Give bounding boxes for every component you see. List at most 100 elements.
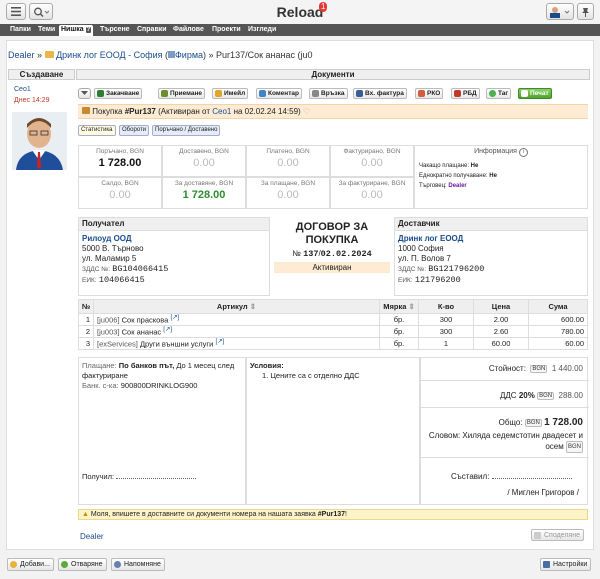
table-row[interactable]: 1 [ju006] Сок праскова [↗] бр. 300 2.00 600.0… <box>78 313 588 326</box>
contract-date: 02.02.2024 <box>320 249 372 259</box>
breadcrumb-root[interactable]: Dealer <box>8 50 35 60</box>
incoming-invoice-button[interactable]: Вх. фактура <box>353 88 407 99</box>
bank-icon <box>454 90 461 97</box>
nav-topics[interactable]: Теми <box>36 25 57 35</box>
row-number: 3 <box>78 337 94 350</box>
footer-dealer-link[interactable]: Dealer <box>80 532 104 541</box>
table-row[interactable]: 2 [ju003] Сок ананас [↗] бр. 300 2.60 780.00 <box>78 325 588 338</box>
tab-ordered-delivered[interactable]: Поръчано / Доставено <box>152 125 221 136</box>
open-button[interactable]: Отваряне <box>58 558 107 571</box>
accept-button[interactable]: Приемане <box>158 88 206 99</box>
remind-button[interactable]: Напомняне <box>111 558 165 571</box>
row-code[interactable]: [ju006] <box>97 316 120 325</box>
external-link-icon[interactable]: [↗] <box>170 314 179 321</box>
supplier-header: Доставчик <box>395 218 587 231</box>
merchant-label: Търговец: <box>419 183 447 189</box>
row-code[interactable]: [exServices] <box>97 340 138 349</box>
warning-id: #Pur137 <box>317 511 346 518</box>
col-article[interactable]: Артикул ⇕ <box>93 299 380 314</box>
nav-files[interactable]: Файлове <box>171 25 206 35</box>
metric-label: За доставяне, BGN <box>174 180 234 187</box>
metric-cell: За фактуриране, BGN 0.00 <box>330 177 414 209</box>
words-amount: Хиляда седемстотин двадесет и осем <box>462 431 583 452</box>
supplier-street: ул. П. Волов 7 <box>398 254 451 263</box>
profile-button[interactable] <box>546 3 574 20</box>
merchant-value[interactable]: Dealer <box>448 183 466 189</box>
created-signature-line <box>491 478 572 479</box>
col-qty: К-во <box>418 299 474 314</box>
row-sum: 60.00 <box>528 337 588 350</box>
folder-icon <box>44 51 54 58</box>
row-qty: 300 <box>418 313 474 326</box>
nav-thread[interactable]: Нишка ? <box>59 25 94 36</box>
comment-button[interactable]: Коментар <box>256 88 302 99</box>
attach-label: Закачване <box>106 90 140 97</box>
row-name: Други външни услуги <box>139 339 214 349</box>
nav-reports[interactable]: Справки <box>135 25 169 35</box>
recipient-header: Получател <box>79 218 269 231</box>
link-button[interactable]: Връзка <box>309 88 348 99</box>
nav-folders[interactable]: Папки <box>8 25 33 35</box>
currency-badge: BGN <box>565 441 583 453</box>
metric-value: 0.00 <box>361 189 383 201</box>
sort-icon: ⇕ <box>408 302 415 311</box>
row-unit: бр. <box>379 337 419 350</box>
print-button[interactable]: Печат <box>518 88 552 99</box>
share-icon <box>534 532 541 539</box>
recipient-name[interactable]: Рилоуд ООД <box>82 234 266 244</box>
payment-box: Плащане: По банков път, До 1 месец след … <box>78 357 246 505</box>
add-button[interactable]: Добави... <box>7 558 54 571</box>
banner-user[interactable]: Ceo1 <box>212 107 231 116</box>
breadcrumb-company[interactable]: Дринк лог ЕООД - София <box>56 50 162 60</box>
table-row[interactable]: 3 [exServices] Други външни услуги [↗] бр.… <box>78 337 588 350</box>
external-link-icon[interactable]: [↗] <box>215 338 224 345</box>
breadcrumb-firm[interactable]: Фирма <box>175 50 203 60</box>
attach-button[interactable]: Закачване <box>94 88 143 99</box>
supplier-name[interactable]: Дринк лог ЕООД <box>398 234 584 244</box>
banner-text-c: на 02.02.24 14:59) <box>231 107 301 116</box>
external-link-icon[interactable]: [↗] <box>163 326 172 333</box>
tag-button[interactable]: Таг <box>486 88 512 99</box>
recipient-eik-label: ЕИК: <box>82 277 97 284</box>
breadcrumb: Dealer » Дринк лог ЕООД - София (Фирма) … <box>8 50 313 60</box>
col-unit[interactable]: Мярка ⇕ <box>379 299 419 314</box>
firm-icon <box>167 51 175 58</box>
received-signature-line <box>116 478 197 479</box>
row-price: 2.00 <box>473 313 529 326</box>
recipient-city: 5000 В. Търново <box>82 244 144 253</box>
supplier-vat: BG121796200 <box>428 264 485 274</box>
nav-thread-label: Нишка <box>61 26 84 33</box>
metric-label: Доставено, BGN <box>179 148 229 155</box>
toolbar-more-button[interactable] <box>78 88 91 99</box>
banner-text-b: (Активиран от <box>155 107 213 116</box>
creator-link[interactable]: Ceo1 <box>14 86 31 93</box>
rko-button[interactable]: РКО <box>415 88 444 99</box>
nav-views[interactable]: Изгледи <box>246 25 278 35</box>
conditions-box: Условия: 1. Цените са с отделно ДДС <box>246 357 420 505</box>
totals-box: Стойност: BGN 1 440.00 ДДС 20% BGN 288.0… <box>420 357 589 505</box>
row-qty: 300 <box>418 325 474 338</box>
settings-button[interactable]: Настройки <box>540 558 592 571</box>
metric-value: 1 728.00 <box>182 189 226 201</box>
nav-projects[interactable]: Проекти <box>210 25 243 35</box>
email-button[interactable]: Имейл <box>212 88 249 99</box>
value-label: Стойност: <box>488 364 526 373</box>
recipient-panel: Получател Рилоуд ООД 5000 В. Търново ул.… <box>78 217 270 296</box>
currency-badge: BGN <box>537 391 555 400</box>
heart-icon[interactable]: ♡ <box>303 107 310 116</box>
email-icon <box>215 90 222 97</box>
share-button[interactable]: Споделяне <box>531 529 584 541</box>
rbd-button[interactable]: РБД <box>451 88 480 99</box>
pending-payment-label: Чакащо плащане: <box>419 163 469 169</box>
row-article: [exServices] Други външни услуги [↗] <box>93 337 380 350</box>
banner-text: Покупка <box>92 107 125 116</box>
created-label: Съставил: <box>451 472 490 481</box>
info-icon: i <box>518 148 528 157</box>
nav-search[interactable]: Търсене <box>98 25 132 35</box>
tab-statistics[interactable]: Статистика <box>78 125 116 136</box>
row-sum: 600.00 <box>528 313 588 326</box>
row-code[interactable]: [ju003] <box>97 328 120 337</box>
pin-button[interactable] <box>577 3 594 20</box>
tab-turnover[interactable]: Обороти <box>119 125 150 136</box>
invoice-icon <box>356 90 363 97</box>
